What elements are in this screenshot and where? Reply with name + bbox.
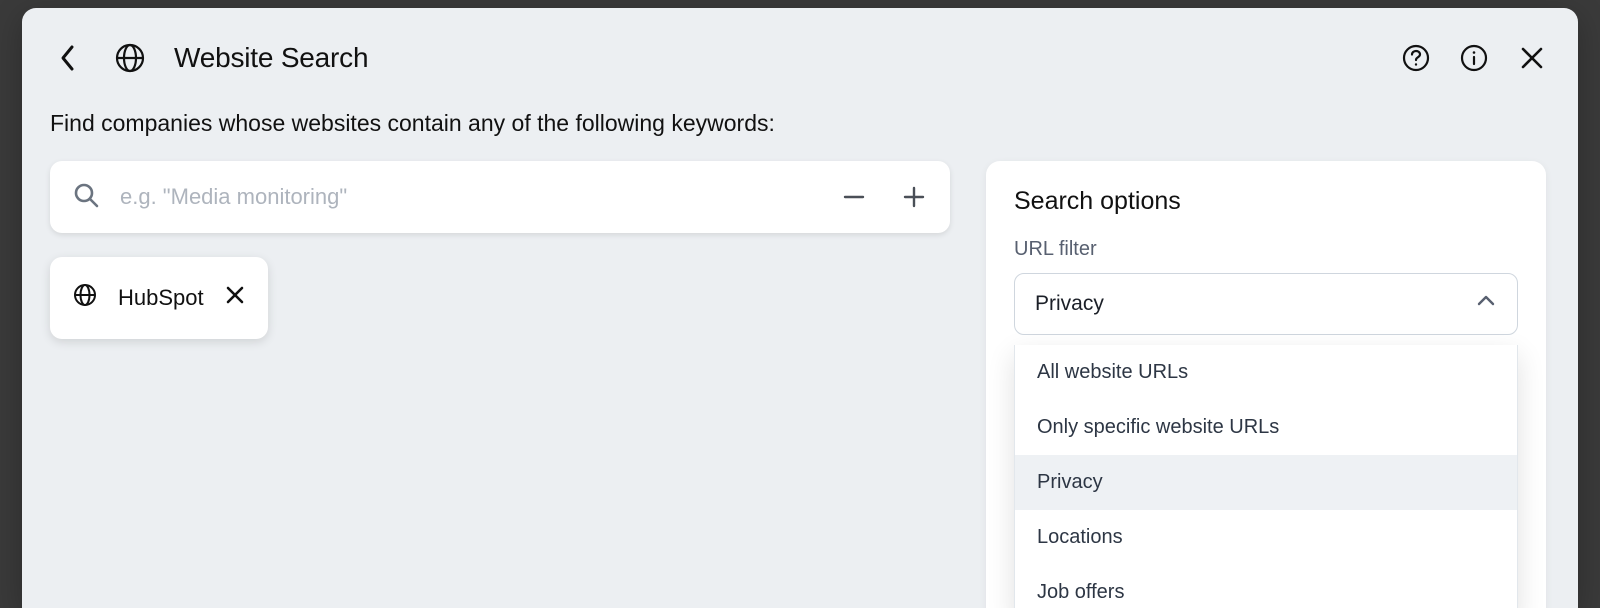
url-filter-option[interactable]: Job offers	[1015, 565, 1517, 608]
url-filter-option[interactable]: All website URLs	[1015, 345, 1517, 400]
url-filter-selected-value: Privacy	[1035, 292, 1104, 316]
url-filter-label: URL filter	[1014, 238, 1518, 261]
url-filter-select[interactable]: Privacy	[1014, 273, 1518, 335]
keyword-chip: HubSpot	[50, 257, 268, 339]
search-options-title: Search options	[1014, 187, 1518, 216]
keyword-search-box	[50, 161, 950, 233]
globe-icon	[72, 282, 98, 314]
website-search-panel: Website Search Find companies whose webs…	[22, 8, 1578, 608]
back-button[interactable]	[50, 40, 86, 76]
url-filter-option[interactable]: Locations	[1015, 510, 1517, 565]
subtitle: Find companies whose websites contain an…	[50, 110, 1550, 137]
search-options-card: Search options URL filter Privacy All we…	[986, 161, 1546, 608]
chevron-up-icon	[1475, 290, 1497, 318]
url-filter-option[interactable]: Only specific website URLs	[1015, 400, 1517, 455]
url-filter-option[interactable]: Privacy	[1015, 455, 1517, 510]
page-title: Website Search	[174, 42, 368, 74]
chip-remove-button[interactable]	[224, 284, 246, 312]
header: Website Search	[50, 36, 1550, 80]
keyword-input[interactable]	[120, 184, 836, 210]
info-button[interactable]	[1456, 40, 1492, 76]
remove-keyword-button[interactable]	[836, 179, 872, 215]
url-filter-dropdown: All website URLs Only specific website U…	[1014, 345, 1518, 608]
search-icon	[72, 181, 100, 214]
globe-icon	[112, 40, 148, 76]
close-button[interactable]	[1514, 40, 1550, 76]
help-button[interactable]	[1398, 40, 1434, 76]
chip-label: HubSpot	[118, 285, 204, 311]
add-keyword-button[interactable]	[896, 179, 932, 215]
